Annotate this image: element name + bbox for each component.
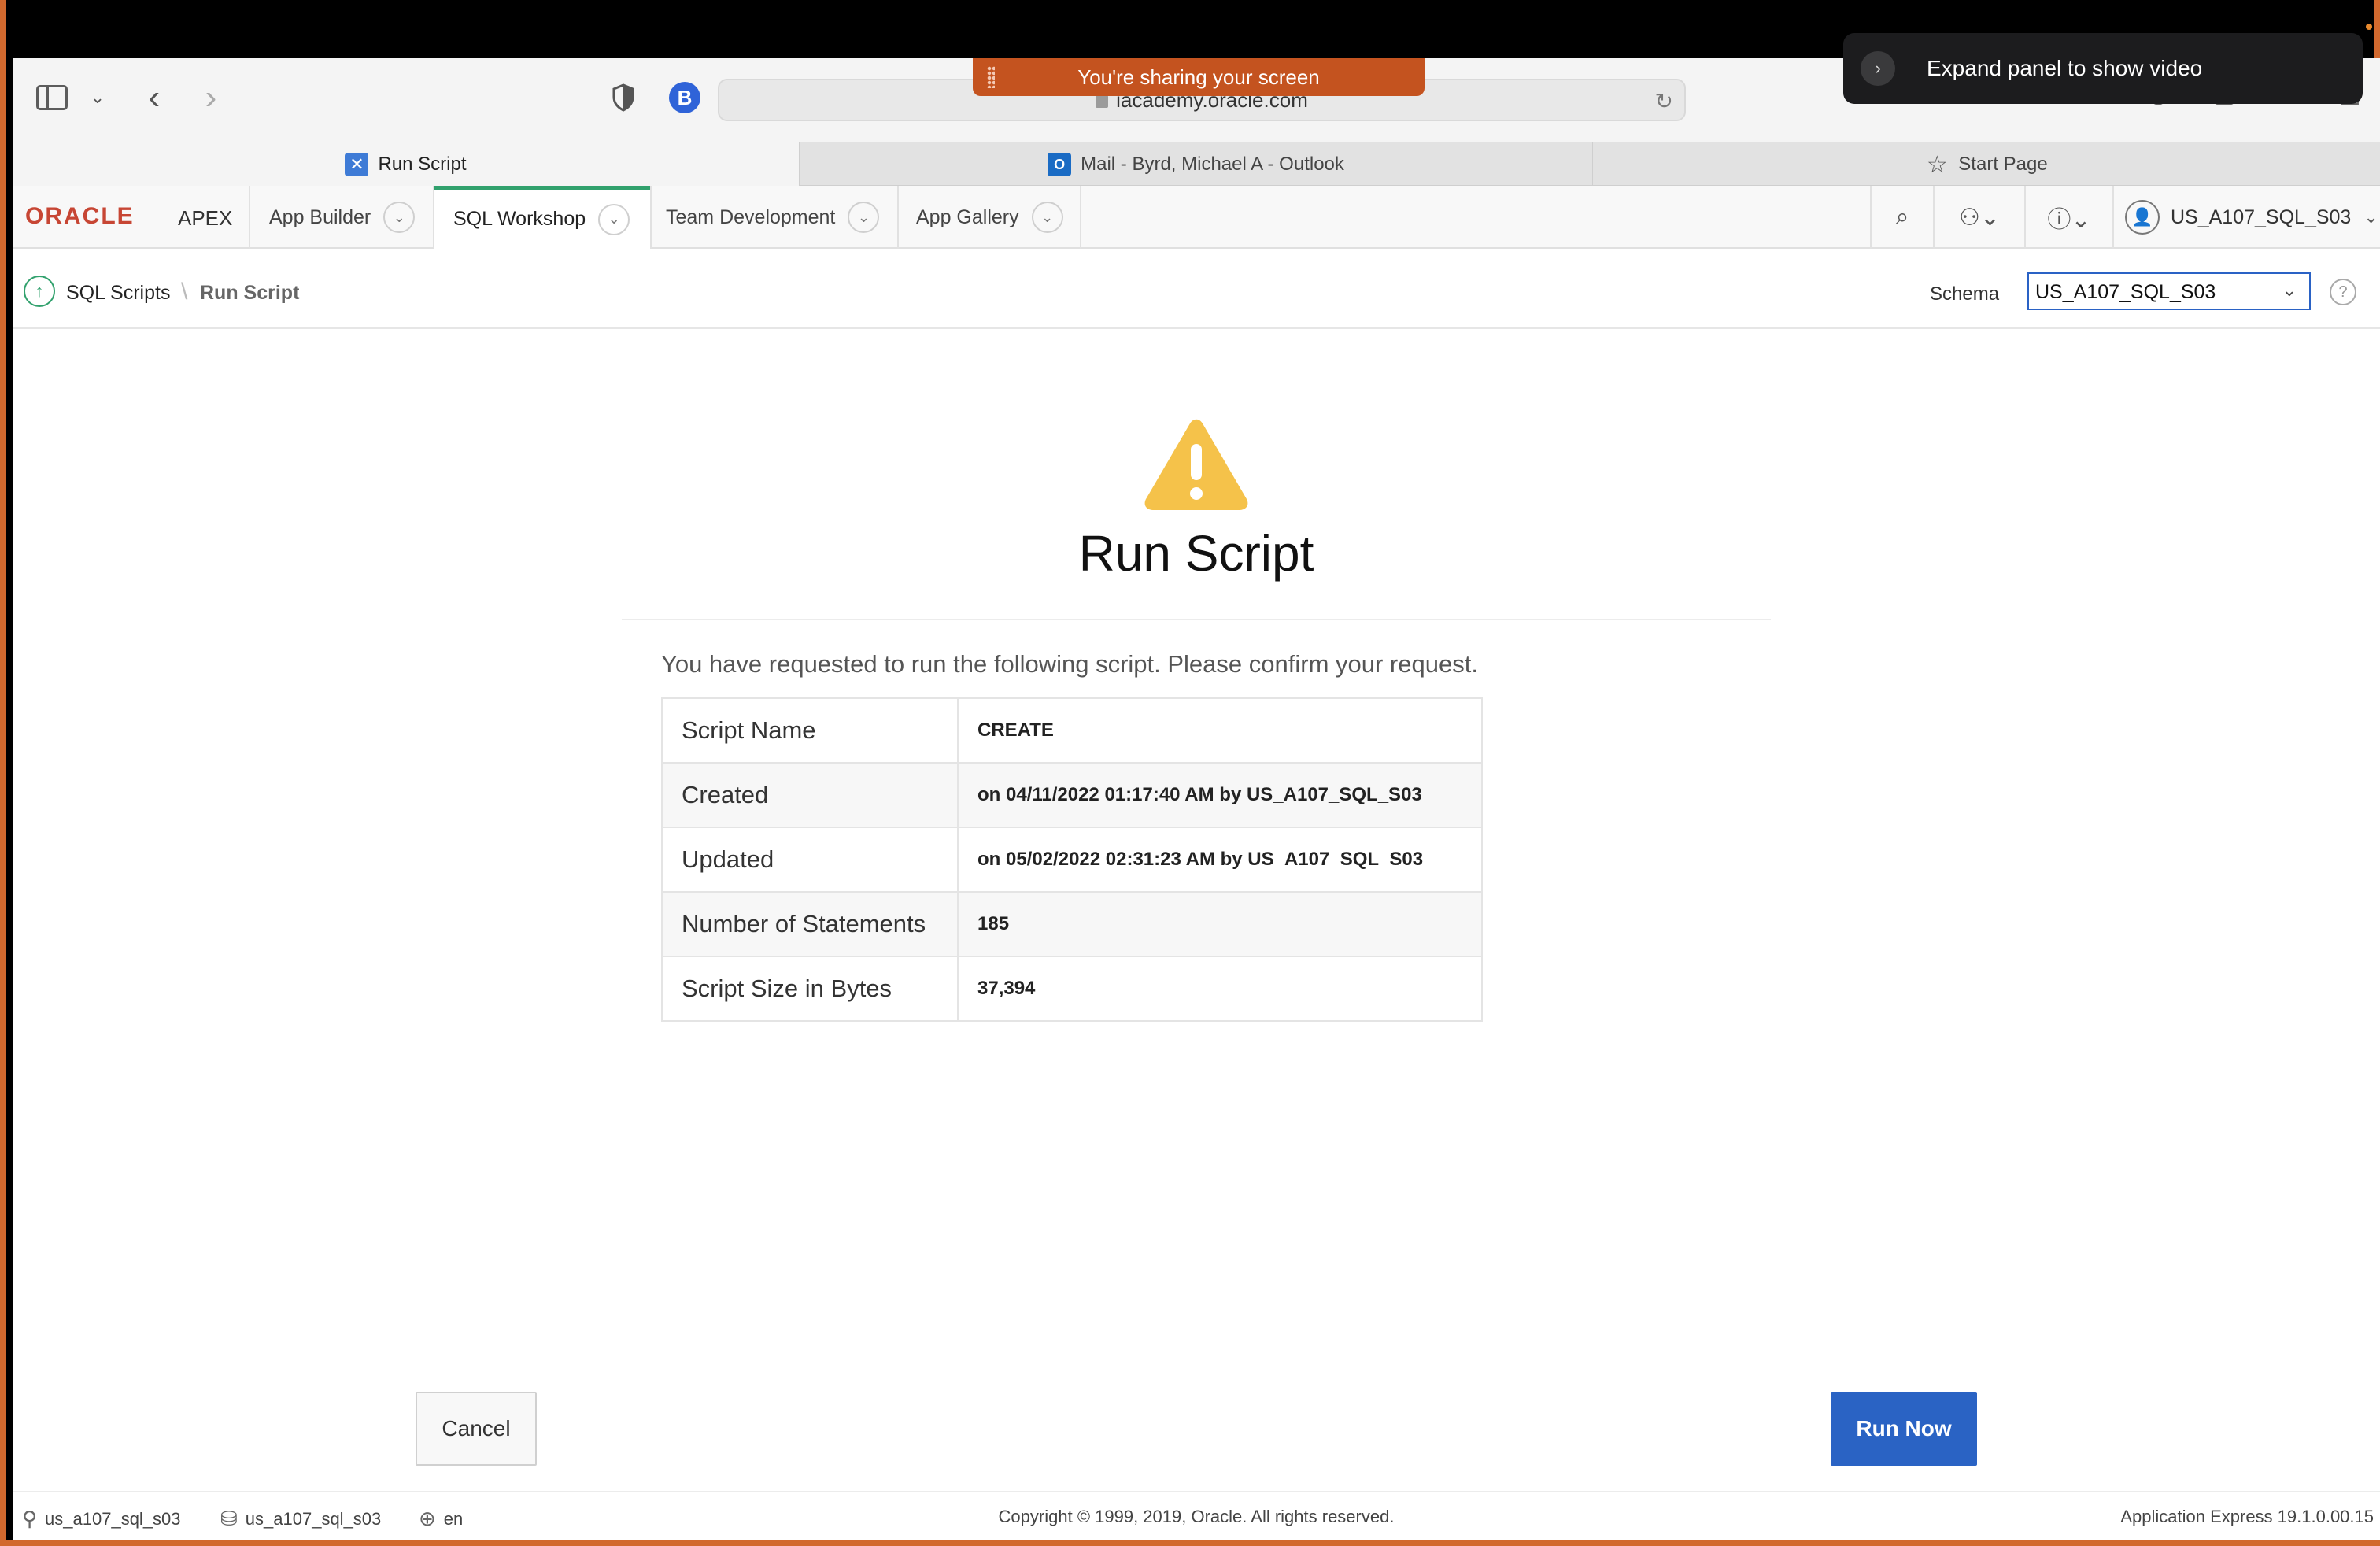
schema-select[interactable]: US_A107_SQL_S03 ⌄ — [2027, 272, 2311, 310]
admin-icon[interactable]: ⚇⌄ — [1933, 186, 2024, 249]
notification-text: Expand panel to show video — [1927, 56, 2203, 80]
apex-tab-icon: ✕ — [345, 153, 369, 176]
screen-frame: ⌄ ‹ › B iacademy.oracle.com ↻ ⊙ ⎙ + ⊞ ✕ … — [0, 0, 2380, 1546]
detail-label: Updated — [662, 827, 959, 892]
nav-divider — [249, 186, 250, 249]
tab-label: Mail - Byrd, Michael A - Outlook — [1081, 153, 1344, 175]
shield-icon[interactable] — [609, 82, 638, 113]
confirm-message: You have requested to run the following … — [661, 650, 1478, 678]
cancel-button[interactable]: Cancel — [416, 1392, 537, 1466]
apex-logo-text[interactable]: APEX — [178, 206, 232, 231]
user-name: US_A107_SQL_S03 — [2171, 205, 2352, 228]
help-menu-icon[interactable]: ⓘ⌄ — [2024, 186, 2112, 249]
reload-icon[interactable]: ↻ — [1655, 88, 1673, 114]
tab-outlook[interactable]: O Mail - Byrd, Michael A - Outlook — [800, 142, 1593, 187]
user-avatar-icon: 👤 — [2125, 200, 2160, 235]
page-title: Run Script — [1078, 525, 1314, 582]
nav-label: SQL Workshop — [453, 208, 586, 230]
apex-header: ORACLE APEX App Builder ⌄ SQL Workshop ⌄… — [13, 186, 2380, 249]
chevron-right-icon[interactable]: › — [1861, 51, 1895, 86]
nav-label: App Gallery — [916, 205, 1019, 228]
nav-divider — [1080, 186, 1081, 249]
chevron-down-icon[interactable]: ⌄ — [383, 202, 416, 233]
search-icon[interactable]: ⌕ — [1870, 186, 1933, 249]
chevron-down-icon: ⌄ — [2282, 280, 2297, 300]
breadcrumb-sql-scripts[interactable]: SQL Scripts — [66, 282, 170, 305]
schema-label: Schema — [1930, 283, 2000, 305]
sidebar-toggle-icon[interactable] — [36, 85, 68, 110]
video-notification[interactable]: › Expand panel to show video — [1843, 33, 2363, 104]
page-footer: ⚲ us_a107_sql_s03 ⛁ us_a107_sql_s03 ⊕ en… — [13, 1491, 2380, 1540]
schema-value: US_A107_SQL_S03 — [2035, 281, 2216, 303]
recording-dot — [2366, 24, 2372, 30]
outlook-tab-icon: O — [1048, 153, 1072, 176]
chevron-down-icon[interactable]: ⌄ — [848, 202, 880, 233]
run-now-button[interactable]: Run Now — [1831, 1392, 1977, 1466]
nav-sql-workshop[interactable]: SQL Workshop ⌄ — [434, 186, 650, 249]
browser-window: ⌄ ‹ › B iacademy.oracle.com ↻ ⊙ ⎙ + ⊞ ✕ … — [13, 58, 2380, 1540]
script-details-table: Script Name CREATE Created on 04/11/2022… — [661, 697, 1483, 1022]
chevron-down-icon[interactable]: ⌄ — [1031, 202, 1063, 233]
chevron-down-icon[interactable]: ⌄ — [88, 82, 107, 113]
nav-label: Team Development — [666, 205, 836, 228]
breadcrumb: ↑ SQL Scripts \ Run Script Schema US_A10… — [13, 250, 2380, 329]
drag-handle-icon[interactable] — [987, 66, 995, 88]
table-row: Script Size in Bytes 37,394 — [662, 956, 1482, 1021]
star-icon: ☆ — [1926, 151, 1948, 178]
detail-value: on 04/11/2022 01:17:40 AM by US_A107_SQL… — [958, 762, 1482, 827]
screen-share-banner[interactable]: You're sharing your screen — [973, 58, 1425, 96]
back-button[interactable]: ‹ — [139, 78, 170, 117]
oracle-logo[interactable]: ORACLE — [25, 203, 135, 230]
share-banner-text: You're sharing your screen — [1077, 65, 1320, 89]
detail-label: Script Size in Bytes — [662, 956, 959, 1021]
detail-label: Number of Statements — [662, 891, 959, 956]
nav-app-gallery[interactable]: App Gallery ⌄ — [916, 186, 1063, 249]
tab-label: Start Page — [1958, 153, 2048, 175]
detail-value: CREATE — [978, 719, 1054, 741]
table-row: Created on 04/11/2022 01:17:40 AM by US_… — [662, 762, 1482, 827]
tab-start-page[interactable]: ☆ Start Page — [1593, 142, 2380, 187]
nav-app-builder[interactable]: App Builder ⌄ — [269, 186, 416, 249]
version: Application Express 19.1.0.00.15 — [2120, 1507, 2374, 1526]
chevron-down-icon: ⌄ — [2363, 207, 2378, 227]
detail-value: 37,394 — [958, 956, 1482, 1021]
breadcrumb-current: Run Script — [200, 282, 300, 304]
table-row: Updated on 05/02/2022 02:31:23 AM by US_… — [662, 827, 1482, 892]
nav-team-development[interactable]: Team Development ⌄ — [666, 186, 880, 249]
detail-label: Created — [662, 762, 959, 827]
detail-value: 185 — [958, 891, 1482, 956]
nav-divider — [650, 186, 652, 249]
table-row: Script Name CREATE — [662, 698, 1482, 763]
tab-run-script[interactable]: ✕ Run Script — [13, 142, 800, 187]
detail-value: on 05/02/2022 02:31:23 AM by US_A107_SQL… — [958, 827, 1482, 892]
warning-icon — [1144, 419, 1248, 510]
copyright: Copyright © 1999, 2019, Oracle. All righ… — [998, 1507, 1395, 1526]
table-row: Number of Statements 185 — [662, 891, 1482, 956]
user-menu[interactable]: 👤 US_A107_SQL_S03 ⌄ — [2112, 186, 2380, 249]
extension-badge[interactable]: B — [669, 82, 700, 113]
nav-label: App Builder — [269, 205, 371, 228]
divider — [622, 619, 1771, 620]
tab-strip: ✕ Run Script O Mail - Byrd, Michael A - … — [13, 142, 2380, 187]
up-arrow-icon[interactable]: ↑ — [24, 276, 55, 307]
detail-label: Script Name — [662, 698, 959, 763]
tab-label: Run Script — [378, 153, 467, 175]
breadcrumb-separator: \ — [181, 279, 188, 305]
nav-divider — [897, 186, 899, 249]
forward-button[interactable]: › — [195, 78, 227, 117]
help-icon[interactable]: ? — [2330, 279, 2356, 305]
chevron-down-icon[interactable]: ⌄ — [598, 203, 630, 235]
lock-icon — [1096, 95, 1109, 109]
